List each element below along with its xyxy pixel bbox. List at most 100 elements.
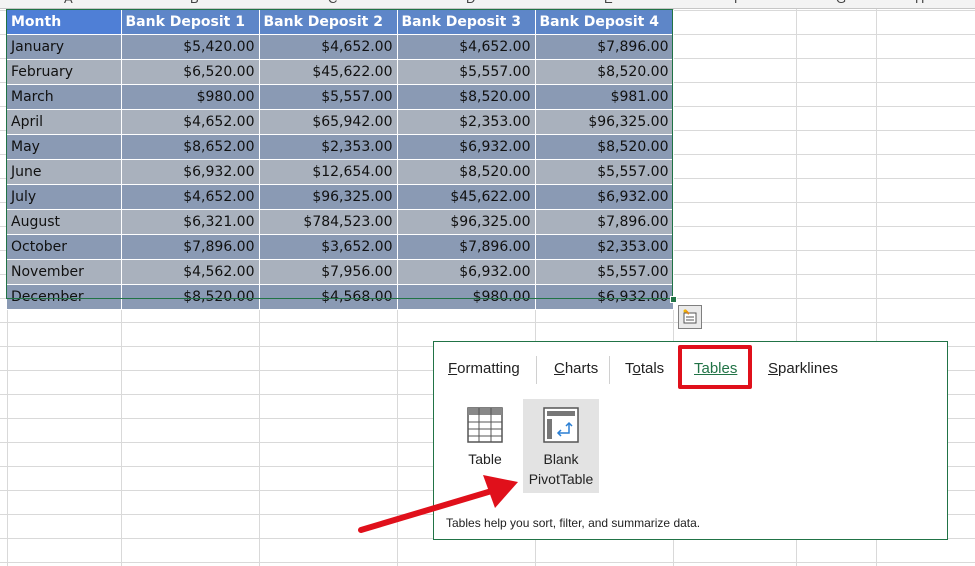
month-cell[interactable]: May — [7, 134, 122, 160]
grid-row-line — [0, 322, 975, 323]
quick-analysis-button[interactable] — [678, 305, 702, 329]
table-row: March $980.00 $5,557.00 $8,520.00 $981.00 — [7, 84, 674, 110]
tab-separator — [536, 356, 537, 384]
column-header-strip: A B C D E F G H — [0, 0, 975, 9]
deposit-cell[interactable]: $7,956.00 — [259, 259, 398, 285]
deposit-cell[interactable]: $2,353.00 — [259, 134, 398, 160]
month-cell[interactable]: December — [7, 284, 122, 310]
deposit-cell[interactable]: $7,896.00 — [121, 234, 260, 260]
deposit-cell[interactable]: $4,652.00 — [259, 34, 398, 60]
deposit-cell[interactable]: $981.00 — [535, 84, 674, 110]
deposit-cell[interactable]: $45,622.00 — [397, 184, 536, 210]
deposit-cell[interactable]: $6,932.00 — [535, 184, 674, 210]
tab-sparklines[interactable]: Sparklines — [768, 360, 838, 377]
quick-analysis-icon — [683, 309, 697, 324]
deposit-cell[interactable]: $96,325.00 — [259, 184, 398, 210]
month-cell[interactable]: February — [7, 59, 122, 85]
deposit-cell[interactable]: $6,932.00 — [397, 134, 536, 160]
deposit-cell[interactable]: $3,652.00 — [259, 234, 398, 260]
month-cell[interactable]: August — [7, 209, 122, 235]
deposit-cell[interactable]: $6,932.00 — [121, 159, 260, 185]
deposit-cell[interactable]: $8,520.00 — [121, 284, 260, 310]
deposit-cell[interactable]: $8,520.00 — [397, 159, 536, 185]
deposit-cell[interactable]: $5,557.00 — [535, 159, 674, 185]
month-cell[interactable]: July — [7, 184, 122, 210]
deposit-cell[interactable]: $784,523.00 — [259, 209, 398, 235]
deposit-cell[interactable]: $4,652.00 — [121, 109, 260, 135]
table-header-cell[interactable]: Bank Deposit 1 — [121, 10, 260, 35]
month-cell[interactable]: January — [7, 34, 122, 60]
table-row: May $8,652.00 $2,353.00 $6,932.00 $8,520.00 — [7, 134, 674, 160]
deposit-cell[interactable]: $65,942.00 — [259, 109, 398, 135]
deposit-cell[interactable]: $4,652.00 — [121, 184, 260, 210]
deposit-cell[interactable]: $96,325.00 — [535, 109, 674, 135]
deposit-cell[interactable]: $7,896.00 — [397, 234, 536, 260]
grid-row-line — [0, 562, 975, 563]
table-row: December $8,520.00 $4,568.00 $980.00 $6,932.… — [7, 284, 674, 310]
table-row: June $6,932.00 $12,654.00 $8,520.00 $5,557.0… — [7, 159, 674, 185]
tab-separator — [609, 356, 610, 384]
column-header-c[interactable]: C — [328, 0, 337, 6]
table-row: November $4,562.00 $7,956.00 $6,932.00 $5,55… — [7, 259, 674, 285]
deposit-cell[interactable]: $2,353.00 — [397, 109, 536, 135]
tab-formatting[interactable]: Formatting — [448, 360, 520, 377]
table-row: January $5,420.00 $4,652.00 $4,652.00 $7,896… — [7, 34, 674, 60]
deposit-cell[interactable]: $4,568.00 — [259, 284, 398, 310]
table-row: August $6,321.00 $784,523.00 $96,325.00 $7,8… — [7, 209, 674, 235]
deposit-cell[interactable]: $4,562.00 — [121, 259, 260, 285]
deposit-cell[interactable]: $6,932.00 — [535, 284, 674, 310]
deposit-cell[interactable]: $8,652.00 — [121, 134, 260, 160]
column-header-g[interactable]: G — [836, 0, 846, 6]
deposit-cell[interactable]: $8,520.00 — [397, 84, 536, 110]
column-header-b[interactable]: B — [190, 0, 199, 6]
column-header-f[interactable]: F — [734, 0, 742, 6]
deposit-cell[interactable]: $7,896.00 — [535, 209, 674, 235]
table-header-cell[interactable]: Bank Deposit 3 — [397, 10, 536, 35]
deposit-cell[interactable]: $5,557.00 — [397, 59, 536, 85]
pivot-table-icon — [543, 407, 579, 443]
table-header-row: Month Bank Deposit 1 Bank Deposit 2 Bank De… — [7, 10, 674, 35]
tab-charts[interactable]: Charts — [554, 360, 598, 377]
deposit-cell[interactable]: $7,896.00 — [535, 34, 674, 60]
deposit-cell[interactable]: $8,520.00 — [535, 134, 674, 160]
fill-handle[interactable] — [670, 296, 677, 303]
pivot-option-label-line1: Blank — [543, 451, 579, 467]
column-header-h[interactable]: H — [915, 0, 924, 6]
table-header-cell[interactable]: Month — [7, 10, 122, 35]
month-cell[interactable]: June — [7, 159, 122, 185]
deposit-cell[interactable]: $980.00 — [397, 284, 536, 310]
table-row: April $4,652.00 $65,942.00 $2,353.00 $96,325… — [7, 109, 674, 135]
table-row: October $7,896.00 $3,652.00 $7,896.00 $2,353… — [7, 234, 674, 260]
deposit-cell[interactable]: $6,520.00 — [121, 59, 260, 85]
month-cell[interactable]: November — [7, 259, 122, 285]
column-header-e[interactable]: E — [604, 0, 613, 6]
column-header-a[interactable]: A — [64, 0, 73, 6]
deposit-cell[interactable]: $980.00 — [121, 84, 260, 110]
highlight-box — [678, 345, 752, 389]
blank-pivot-table-option[interactable]: Blank PivotTable — [523, 399, 599, 493]
deposit-cell[interactable]: $5,557.00 — [535, 259, 674, 285]
table-option-label: Table — [468, 451, 502, 467]
deposit-cell[interactable]: $96,325.00 — [397, 209, 536, 235]
month-cell[interactable]: March — [7, 84, 122, 110]
column-header-d[interactable]: D — [466, 0, 475, 6]
deposit-cell[interactable]: $12,654.00 — [259, 159, 398, 185]
deposit-cell[interactable]: $4,652.00 — [397, 34, 536, 60]
deposit-cell[interactable]: $6,932.00 — [397, 259, 536, 285]
table-row: February $6,520.00 $45,622.00 $5,557.00 $8,5… — [7, 59, 674, 85]
tab-totals[interactable]: Totals — [625, 360, 664, 377]
deposit-cell[interactable]: $45,622.00 — [259, 59, 398, 85]
data-table[interactable]: Month Bank Deposit 1 Bank Deposit 2 Bank De… — [7, 10, 674, 310]
table-row: July $4,652.00 $96,325.00 $45,622.00 $6,932.… — [7, 184, 674, 210]
deposit-cell[interactable]: $5,420.00 — [121, 34, 260, 60]
table-header-cell[interactable]: Bank Deposit 2 — [259, 10, 398, 35]
deposit-cell[interactable]: $5,557.00 — [259, 84, 398, 110]
table-header-cell[interactable]: Bank Deposit 4 — [535, 10, 674, 35]
deposit-cell[interactable]: $6,321.00 — [121, 209, 260, 235]
annotation-arrow — [358, 475, 518, 533]
deposit-cell[interactable]: $8,520.00 — [535, 59, 674, 85]
deposit-cell[interactable]: $2,353.00 — [535, 234, 674, 260]
pivot-option-label-line2: PivotTable — [528, 471, 594, 487]
month-cell[interactable]: October — [7, 234, 122, 260]
month-cell[interactable]: April — [7, 109, 122, 135]
